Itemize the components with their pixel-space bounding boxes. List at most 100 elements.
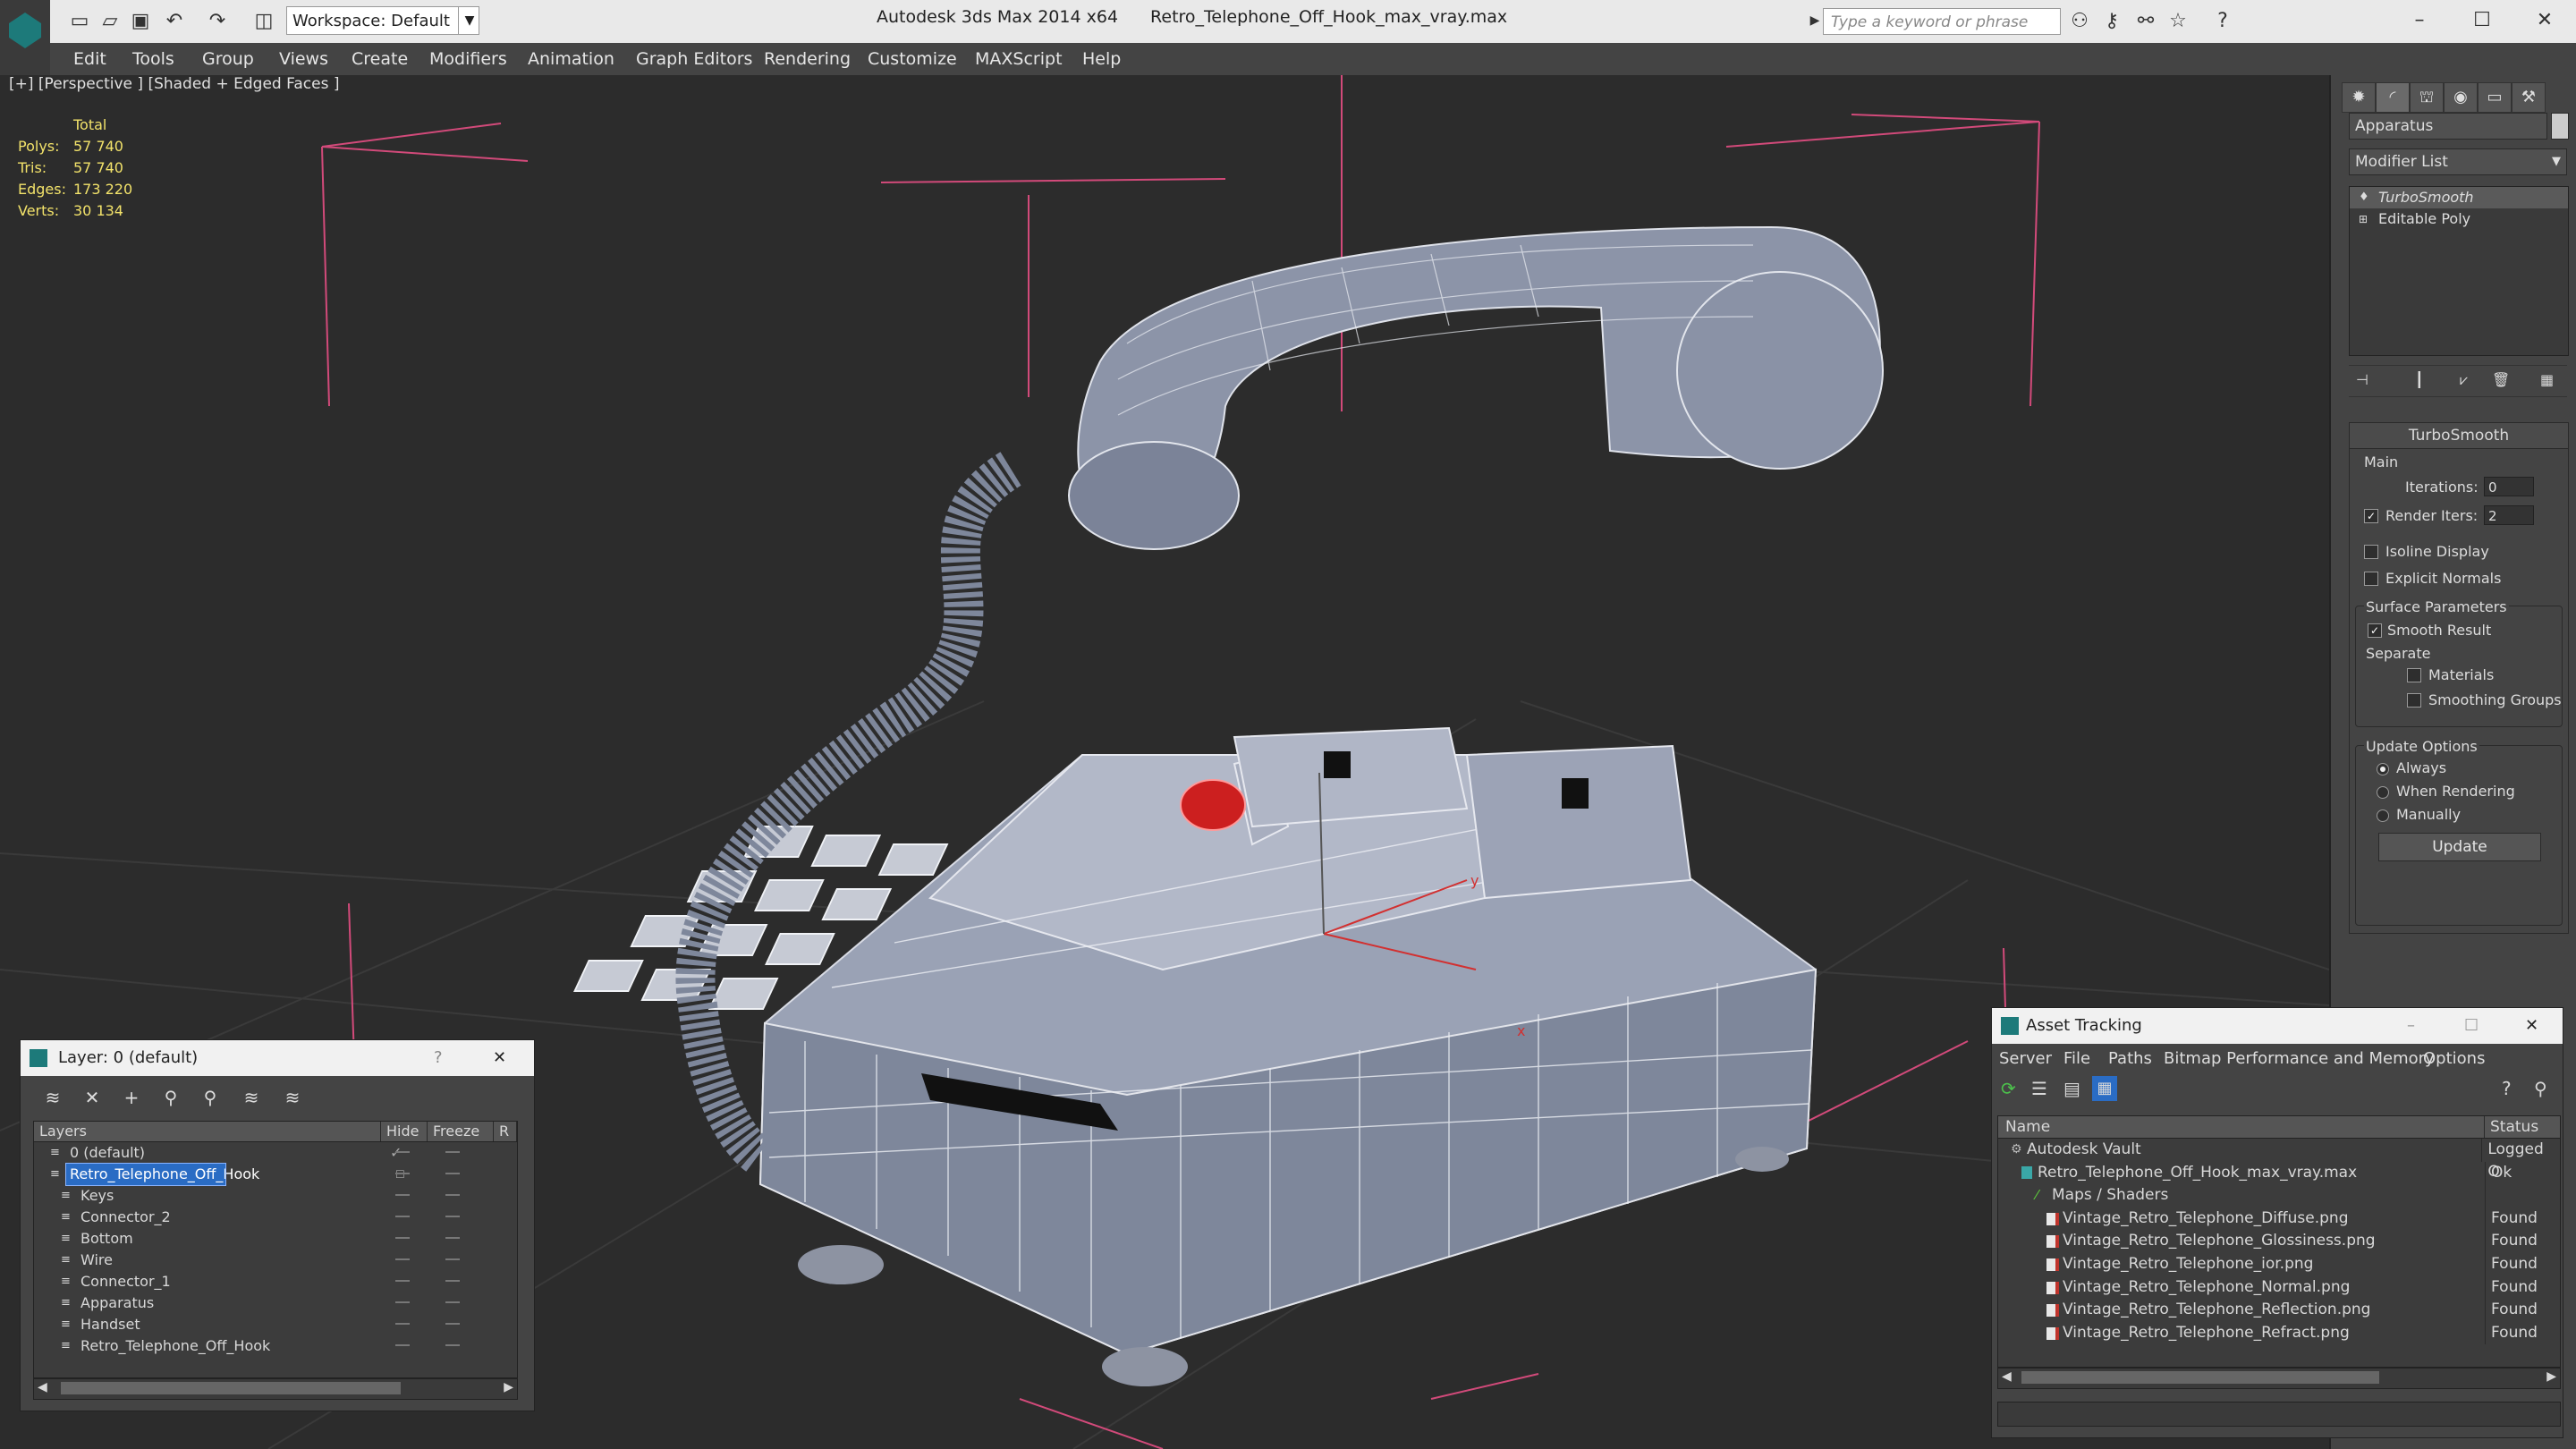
asset-row[interactable]: Vintage_Retro_Telephone_Diffuse.png Found (1998, 1207, 2560, 1231)
hide-toggle[interactable] (395, 1194, 410, 1196)
viewport-label[interactable]: [+] [Perspective ] [Shaded + Edged Faces… (9, 75, 339, 93)
menu-server[interactable]: Server (1999, 1046, 2052, 1072)
layer-name[interactable]: Apparatus (77, 1292, 157, 1314)
hide-toggle[interactable]: ☐ (395, 1164, 405, 1185)
update-button[interactable]: Update (2378, 833, 2541, 861)
rollout-header[interactable]: TurboSmooth (2350, 423, 2568, 449)
show-end-result-icon[interactable]: ┃ (2415, 371, 2424, 388)
current-layer-check-icon[interactable]: ✓ (390, 1142, 402, 1164)
asset-row[interactable]: Vintage_Retro_Telephone_Glossiness.png Fo… (1998, 1230, 2560, 1253)
help-icon[interactable]: ? (2209, 7, 2236, 34)
when-rendering-radio[interactable] (2377, 786, 2389, 799)
tab-hierarchy[interactable]: ⛫ (2410, 82, 2444, 113)
star-icon[interactable]: ☆ (2165, 7, 2191, 34)
stack-item-turbosmooth[interactable]: ♦ TurboSmooth (2350, 187, 2568, 208)
layer-row[interactable]: ≡ Wire (34, 1250, 517, 1271)
search-input[interactable]: Type a keyword or phrase (1823, 8, 2061, 35)
help-button[interactable]: ? (434, 1040, 443, 1076)
project-icon[interactable]: ◫ (250, 7, 277, 34)
freeze-toggle[interactable] (445, 1173, 460, 1174)
minimize-icon[interactable]: – (2407, 1008, 2415, 1044)
menu-file[interactable]: File (2063, 1046, 2090, 1072)
dialog-title-bar[interactable]: Asset Tracking – ☐ ✕ (1992, 1008, 2563, 1044)
render-iters-checkbox[interactable]: ✓ (2364, 509, 2378, 523)
tab-utilities[interactable]: ⚒ (2512, 82, 2546, 113)
layer-name[interactable]: Handset (77, 1314, 144, 1335)
maximize-button[interactable]: ☐ (2460, 5, 2504, 36)
close-icon[interactable]: ✕ (493, 1040, 506, 1076)
asset-row[interactable]: Vintage_Retro_Telephone_ior.png Found (1998, 1252, 2560, 1276)
connect-icon[interactable]: ⚯ (2132, 7, 2159, 34)
redo-icon[interactable]: ↷ (204, 7, 231, 34)
scroll-thumb[interactable] (2021, 1371, 2379, 1384)
tab-modify[interactable]: ◜ (2376, 82, 2410, 113)
select-objects-icon[interactable]: ⚲ (158, 1085, 183, 1110)
layer-row[interactable]: ≡ Connector_1 (34, 1271, 517, 1292)
layer-name[interactable]: Connector_2 (77, 1207, 174, 1228)
object-name-field[interactable]: Apparatus (2349, 113, 2547, 140)
freeze-toggle[interactable] (445, 1344, 460, 1346)
column-freeze[interactable]: Freeze (428, 1122, 494, 1141)
materials-checkbox[interactable] (2407, 668, 2421, 682)
close-button[interactable]: ✕ (2522, 5, 2567, 36)
pin-stack-icon[interactable]: ⊣ (2356, 371, 2368, 388)
hide-toggle[interactable] (395, 1216, 410, 1217)
freeze-toggle[interactable] (445, 1301, 460, 1303)
hide-toggle[interactable] (395, 1151, 410, 1153)
workspace-dropdown[interactable]: Workspace: Default (286, 6, 479, 35)
layer-name[interactable]: Keys (77, 1185, 117, 1207)
add-to-layer-icon[interactable]: + (119, 1085, 144, 1110)
asset-row[interactable]: Vintage_Retro_Telephone_Reflection.png Fo… (1998, 1299, 2560, 1322)
close-icon[interactable]: ✕ (2525, 1008, 2538, 1044)
open-file-icon[interactable]: ▱ (97, 7, 123, 34)
modifier-stack[interactable]: ♦ TurboSmooth ⊞ Editable Poly (2349, 186, 2569, 356)
freeze-toggle[interactable] (445, 1258, 460, 1260)
help-icon[interactable]: ? (2502, 1078, 2512, 1099)
key-icon[interactable]: ⚷ (2098, 7, 2125, 34)
tab-display[interactable]: ▭ (2478, 82, 2512, 113)
menu-graph-editors[interactable]: Graph Editors (636, 43, 752, 75)
freeze-toggle[interactable] (445, 1280, 460, 1282)
tab-motion[interactable]: ◉ (2444, 82, 2478, 113)
menu-modifiers[interactable]: Modifiers (429, 43, 507, 75)
layer-row[interactable]: ≡ Connector_2 (34, 1207, 517, 1228)
list-view-icon[interactable]: ☰ (2031, 1078, 2047, 1099)
menu-animation[interactable]: Animation (528, 43, 614, 75)
freeze-toggle[interactable] (445, 1237, 460, 1239)
isoline-display-checkbox[interactable] (2364, 545, 2378, 559)
horizontal-scrollbar[interactable]: ◀ ▶ (1997, 1368, 2561, 1389)
layer-name[interactable]: Retro_Telephone_Off_Hook (65, 1163, 259, 1186)
menu-views[interactable]: Views (279, 43, 328, 75)
layer-row[interactable]: ≡ Keys (34, 1185, 517, 1207)
menu-maxscript[interactable]: MAXScript (975, 43, 1063, 75)
minimize-button[interactable]: – (2397, 5, 2442, 36)
chevron-down-icon[interactable]: ▼ (458, 6, 480, 35)
tab-create[interactable]: ✹ (2342, 82, 2376, 113)
layer-name[interactable]: Bottom (77, 1228, 137, 1250)
object-color-swatch[interactable] (2551, 113, 2569, 140)
modifier-list-dropdown[interactable]: Modifier List ▼ (2349, 148, 2567, 175)
select-layer-icon[interactable]: ⚲ (198, 1085, 223, 1110)
asset-row[interactable]: Vintage_Retro_Telephone_Normal.png Found (1998, 1275, 2560, 1300)
freeze-toggle[interactable] (445, 1216, 460, 1217)
hide-all-icon[interactable]: ≋ (239, 1085, 264, 1110)
make-unique-icon[interactable]: ⩗ (2460, 371, 2468, 389)
layer-name[interactable]: 0 (default) (66, 1142, 148, 1164)
menu-paths[interactable]: Paths (2108, 1046, 2152, 1072)
layer-row[interactable]: ≡ Handset (34, 1314, 517, 1335)
binoculars-icon[interactable]: ⚇ (2066, 7, 2093, 34)
freeze-toggle[interactable] (445, 1323, 460, 1325)
asset-row[interactable]: ⚙ Autodesk Vault Logged O (1998, 1139, 2560, 1181)
menu-customize[interactable]: Customize (868, 43, 957, 75)
menu-tools[interactable]: Tools (132, 43, 174, 75)
menu-rendering[interactable]: Rendering (764, 43, 851, 75)
configure-sets-icon[interactable]: ▦ (2540, 371, 2554, 388)
layer-row[interactable]: ≡ Apparatus (34, 1292, 517, 1314)
scroll-thumb[interactable] (61, 1382, 401, 1394)
maximize-icon[interactable]: ☐ (2464, 1008, 2479, 1044)
asset-row[interactable]: Retro_Telephone_Off_Hook_max_vray.max Ok (1998, 1161, 2560, 1185)
asset-row[interactable]: Vintage_Retro_Telephone_Refract.png Found (1998, 1321, 2560, 1345)
refresh-icon[interactable]: ⟳ (2001, 1078, 2016, 1099)
freeze-toggle[interactable] (445, 1151, 460, 1153)
hide-toggle[interactable] (395, 1280, 410, 1282)
